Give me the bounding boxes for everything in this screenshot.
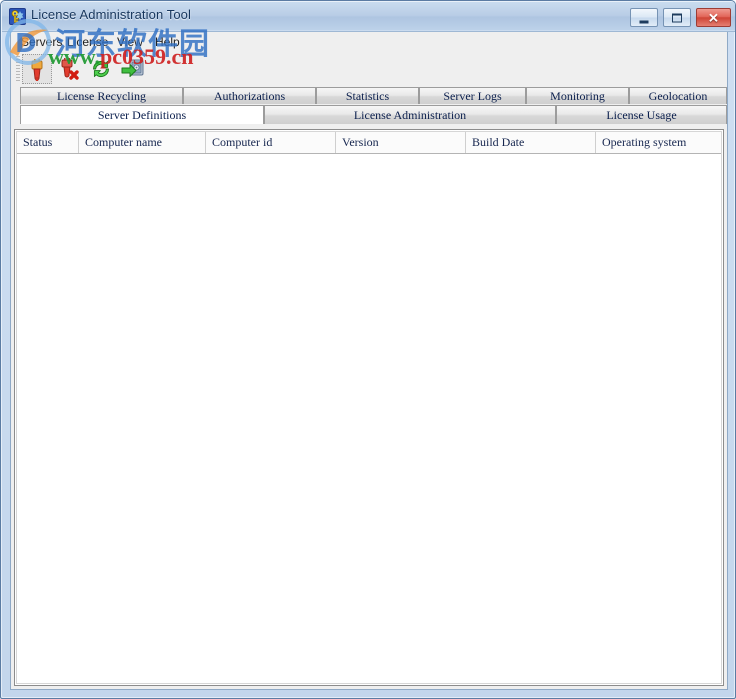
application-window: License Administration Tool ✕ Servers Li…	[0, 0, 736, 699]
minimize-icon	[639, 20, 649, 23]
tab-license-administration[interactable]: License Administration	[264, 105, 556, 124]
client-area: Servers License View Help License Recycl…	[10, 32, 728, 689]
column-header-computer-name[interactable]: Computer name	[79, 132, 206, 153]
table-inner-frame: Status Computer name Computer id Version…	[16, 131, 722, 684]
menu-item-license[interactable]: License	[63, 34, 112, 50]
tab-strip: License Recycling Authorizations Statist…	[11, 87, 727, 129]
tab-monitoring[interactable]: Monitoring	[526, 87, 629, 104]
maximize-button[interactable]	[663, 8, 691, 27]
export-server-button[interactable]	[118, 54, 148, 84]
tab-server-logs[interactable]: Server Logs	[419, 87, 526, 104]
column-header-build-date[interactable]: Build Date	[466, 132, 596, 153]
tab-server-definitions[interactable]: Server Definitions	[20, 105, 264, 124]
menu-item-servers[interactable]: Servers	[17, 34, 66, 50]
server-export-icon	[121, 59, 144, 77]
column-header-status[interactable]: Status	[17, 132, 79, 153]
refresh-button[interactable]	[86, 54, 116, 84]
column-header-version[interactable]: Version	[336, 132, 466, 153]
client-bottom-edge	[10, 689, 728, 690]
column-header-computer-id[interactable]: Computer id	[206, 132, 336, 153]
tab-license-recycling[interactable]: License Recycling	[20, 87, 183, 104]
plug-icon	[31, 59, 43, 81]
close-icon: ✕	[708, 10, 719, 25]
license-key-icon	[9, 8, 26, 25]
window-title: License Administration Tool	[31, 7, 191, 22]
refresh-icon	[93, 60, 109, 78]
menu-item-view[interactable]: View	[113, 34, 147, 50]
toolbar-grip[interactable]	[16, 56, 20, 82]
menu-item-help[interactable]: Help	[151, 34, 184, 50]
maximize-icon	[672, 13, 682, 22]
plug-disconnect-icon	[61, 58, 79, 80]
tab-statistics[interactable]: Statistics	[316, 87, 419, 104]
close-button[interactable]: ✕	[696, 8, 731, 27]
column-header-operating-system[interactable]: Operating system	[596, 132, 723, 153]
tab-authorizations[interactable]: Authorizations	[183, 87, 316, 104]
menu-bar: Servers License View Help	[11, 32, 727, 51]
table-body[interactable]	[17, 154, 721, 683]
server-definitions-table: Status Computer name Computer id Version…	[14, 129, 724, 686]
tab-geolocation[interactable]: Geolocation	[629, 87, 727, 104]
title-bar[interactable]: License Administration Tool ✕	[2, 2, 735, 32]
minimize-button[interactable]	[630, 8, 658, 27]
toolbar	[11, 51, 727, 88]
table-header-row: Status Computer name Computer id Version…	[17, 132, 721, 154]
tab-license-usage[interactable]: License Usage	[556, 105, 727, 124]
disconnect-server-button[interactable]	[54, 54, 84, 84]
connect-server-button[interactable]	[22, 54, 52, 84]
